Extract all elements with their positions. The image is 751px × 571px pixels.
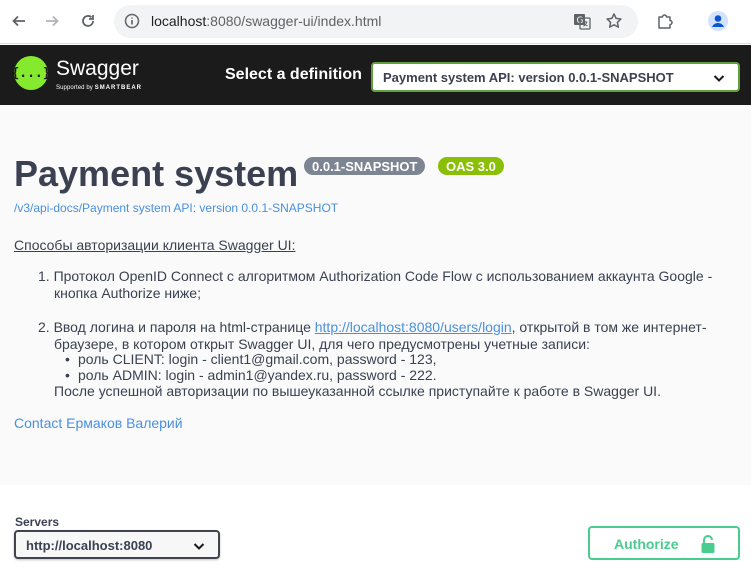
brand-tagline-prefix: Supported by bbox=[56, 85, 93, 91]
definition-select-value: Payment system API: version 0.0.1-SNAPSH… bbox=[383, 70, 674, 85]
profile-icon[interactable] bbox=[707, 10, 729, 32]
version-badge: 0.0.1-SNAPSHOT bbox=[304, 157, 426, 175]
swagger-logo-icon: {...} bbox=[11, 56, 51, 90]
swagger-topbar: {...} Swagger Supported by SMARTBEAR Sel… bbox=[0, 45, 751, 105]
servers-select-value: http://localhost:8080 bbox=[26, 538, 153, 553]
brand-name: Swagger bbox=[56, 57, 139, 80]
servers-select[interactable]: http://localhost:8080 bbox=[14, 530, 220, 559]
url-text: localhost:8080/swagger-ui/index.html bbox=[151, 13, 381, 29]
credential-admin: роль ADMIN: login - admin1@yandex.ru, pa… bbox=[65, 367, 437, 384]
site-info-icon[interactable] bbox=[122, 11, 142, 31]
credential-client: роль CLIENT: login - client1@gmail.com, … bbox=[65, 351, 436, 368]
auth-method-1-cont: кнопка Authorize ниже; bbox=[54, 285, 201, 301]
chevron-down-icon bbox=[193, 543, 205, 550]
translate-icon[interactable]: G bbox=[572, 11, 592, 31]
auth-method-2-suffix: , открытой в том же интернет- bbox=[511, 319, 707, 335]
brand-tagline-company: SMARTBEAR bbox=[94, 85, 143, 91]
auth-method-2: 2. Ввод логина и пароля на html-странице… bbox=[38, 319, 706, 336]
auth-method-1: 1. Протокол OpenID Connect с алгоритмом … bbox=[38, 268, 713, 284]
login-page-link[interactable]: http://localhost:8080/users/login bbox=[315, 319, 512, 335]
api-docs-link[interactable]: /v3/api-docs/Payment system API: version… bbox=[14, 201, 338, 215]
chevron-down-icon bbox=[713, 75, 725, 82]
description-heading: Способы авторизации клиента Swagger UI: bbox=[14, 237, 296, 253]
definition-select[interactable]: Payment system API: version 0.0.1-SNAPSH… bbox=[371, 62, 740, 92]
bookmark-star-icon[interactable] bbox=[604, 11, 624, 31]
contact-link[interactable]: Contact Ермаков Валерий bbox=[14, 415, 183, 431]
authorize-button[interactable]: Authorize bbox=[588, 526, 740, 560]
page-title: Payment system bbox=[14, 153, 299, 194]
brand-tagline: Supported by SMARTBEAR bbox=[56, 85, 142, 91]
extensions-icon[interactable] bbox=[654, 10, 676, 32]
servers-label: Servers bbox=[15, 515, 60, 529]
forward-arrow-icon[interactable] bbox=[41, 10, 63, 32]
swagger-logo[interactable]: {...} Swagger Supported by SMARTBEAR bbox=[11, 55, 164, 95]
browser-toolbar: localhost:8080/swagger-ui/index.html G bbox=[0, 0, 751, 44]
after-auth-note: После успешной авторизации по вышеуказан… bbox=[54, 383, 661, 399]
lock-icon bbox=[701, 535, 715, 553]
address-bar[interactable]: localhost:8080/swagger-ui/index.html G bbox=[114, 5, 638, 38]
authorize-label: Authorize bbox=[614, 536, 679, 552]
back-arrow-icon[interactable] bbox=[8, 10, 30, 32]
info-section: Payment system 0.0.1-SNAPSHOT OAS 3.0 /v… bbox=[0, 105, 751, 485]
oas-badge: OAS 3.0 bbox=[438, 157, 504, 175]
url-path: :8080/swagger-ui/index.html bbox=[206, 13, 382, 29]
url-host: localhost bbox=[151, 13, 207, 29]
reload-icon[interactable] bbox=[77, 10, 99, 32]
select-definition-label: Select a definition bbox=[225, 66, 362, 83]
auth-method-2-prefix: 2. Ввод логина и пароля на html-странице bbox=[38, 319, 315, 335]
